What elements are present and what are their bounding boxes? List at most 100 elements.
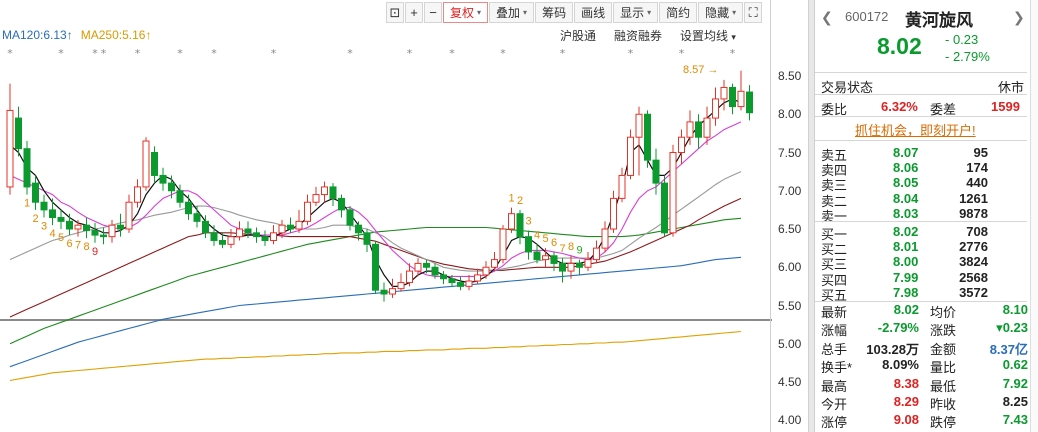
candle-body <box>465 280 473 287</box>
candle-body <box>720 86 728 100</box>
last-price: 8.02 <box>877 33 922 59</box>
candle-body <box>219 239 226 245</box>
candle-body <box>652 159 660 184</box>
candle-body <box>635 113 643 138</box>
display-label: 显示 <box>620 6 645 20</box>
draw-line-button[interactable]: 画线 <box>574 2 613 23</box>
overlay-label: 叠加 <box>496 6 521 20</box>
level-volume: 95 <box>973 145 988 160</box>
level-volume: 2568 <box>959 269 988 285</box>
td-count-label: 6 <box>66 238 72 250</box>
candle-body <box>746 91 753 114</box>
candle-body <box>6 109 14 188</box>
stat-row: 最高 8.38 最低 7.92 <box>815 375 1030 394</box>
stat-value: 7.43 <box>1002 412 1028 428</box>
prev-stock-icon[interactable]: ❮ <box>821 9 833 26</box>
candle-body <box>610 197 617 230</box>
td-count-label: 3 <box>41 221 47 233</box>
candle-body <box>661 182 668 234</box>
display-button[interactable]: 显示 ▾ <box>613 2 659 23</box>
candle-body <box>329 186 337 199</box>
simple-button[interactable]: 简约 <box>659 2 698 23</box>
candle-body <box>601 228 609 249</box>
candle-body <box>431 266 439 276</box>
td-count-label: 4 <box>534 229 540 241</box>
chevron-down-icon: ▾ <box>523 8 528 17</box>
candle-body <box>117 224 124 230</box>
stat-value: 8.25 <box>1002 394 1028 409</box>
stat-value: -2.79% <box>877 320 919 336</box>
hugutong-link[interactable]: 沪股通 <box>560 27 596 44</box>
stock-header: ❮ ❯ 600172 黄河旋风 8.02 - 0.23 - 2.79% <box>815 0 1030 70</box>
trade-state-row: 交易状态 休市 <box>815 76 1030 95</box>
high-price-label: 8.57 → <box>683 64 718 76</box>
candle-body <box>678 136 685 153</box>
candle-body <box>559 262 566 272</box>
price-axis: 8.50 8.00 7.50 7.00 6.50 6.00 5.50 5.00 4.50 4.00 <box>772 0 808 432</box>
stat-label: 换手* <box>821 360 853 376</box>
ma250-legend: MA250:5.16↑ <box>81 28 152 42</box>
candle-body <box>125 201 133 230</box>
candle-body <box>516 213 524 238</box>
candle-body <box>406 270 413 284</box>
ma120-value: MA120:6.13 <box>2 28 67 42</box>
td-count-label: 7 <box>75 240 81 252</box>
td-count-label: 8 <box>83 241 89 253</box>
stat-label: 涨跌 <box>930 323 957 339</box>
td-count-label: 2 <box>32 213 38 225</box>
lock-icon[interactable]: ⊡ <box>386 2 404 23</box>
candle-body <box>321 186 328 196</box>
zoom-in-icon[interactable]: + <box>405 2 423 23</box>
candle-body <box>287 224 294 230</box>
candle-body <box>40 201 48 211</box>
level-volume: 1261 <box>959 190 988 206</box>
open-account-link[interactable]: 抓住机会，即刻开户! <box>855 120 976 139</box>
td-count-label: 3 <box>525 216 531 228</box>
fullscreen-icon[interactable]: ⛶ <box>744 2 763 23</box>
weibi-value: 6.32% <box>881 99 918 114</box>
kline-chart-area[interactable]: * * * * * * * * * * * * * * * * 1 2 3 4 5 6 7 8 9 1 2 3 4 5 6 7 8 9 8.57 →… <box>0 0 808 432</box>
candle-body <box>49 209 56 219</box>
level-volume: 9878 <box>959 205 988 221</box>
next-stock-icon[interactable]: ❯ <box>1013 9 1025 26</box>
zoom-out-icon[interactable]: − <box>424 2 442 23</box>
fuquan-button[interactable]: 复权 ▾ <box>443 2 489 23</box>
candle-body <box>627 136 634 176</box>
chips-button[interactable]: 筹码 <box>535 2 574 23</box>
candle-body <box>185 201 192 215</box>
signal-star: * <box>560 47 566 60</box>
kline-chart[interactable]: * * * * * * * * * * * * * * * *1234 56 7 8 91 234 5 67 8 98.57 → <box>0 0 772 432</box>
candle-body <box>499 228 507 261</box>
divider <box>815 221 1027 222</box>
up-arrow-icon: ↑ <box>145 28 152 42</box>
overlay-button[interactable]: 叠加 ▾ <box>489 2 535 23</box>
candle-body <box>474 274 481 282</box>
stat-label: 总手 <box>821 341 848 357</box>
divider <box>815 94 1027 95</box>
margin-trading-link[interactable]: 融资融券 <box>614 27 662 44</box>
candle-body <box>193 213 201 222</box>
ma-settings-button[interactable]: 设置均线 ▾ <box>680 27 736 44</box>
price-tick-label: 6.00 <box>778 260 802 275</box>
stat-label: 涨幅 <box>821 323 848 339</box>
stat-value: 7.92 <box>1002 375 1028 391</box>
level-volume: 440 <box>966 175 988 191</box>
candle-body <box>525 236 532 253</box>
candle-body <box>227 236 235 245</box>
stat-label: 涨停 <box>821 415 848 431</box>
chevron-down-icon: ▾ <box>731 32 736 42</box>
candle-body <box>423 262 430 268</box>
candle-body <box>66 220 73 230</box>
hide-label: 隐藏 <box>705 6 730 20</box>
candle-body <box>533 251 541 261</box>
candle-body <box>397 282 405 290</box>
chevron-down-icon: ▾ <box>477 8 482 17</box>
candle-body <box>644 113 651 161</box>
panel-splitter[interactable] <box>808 0 815 432</box>
td-count-label: 4 <box>49 228 55 240</box>
signal-star: * <box>211 47 217 60</box>
level-price: 8.03 <box>893 205 919 221</box>
candle-body <box>15 117 22 150</box>
td-count-label: 5 <box>542 233 548 245</box>
hide-button[interactable]: 隐藏 ▾ <box>698 2 744 23</box>
